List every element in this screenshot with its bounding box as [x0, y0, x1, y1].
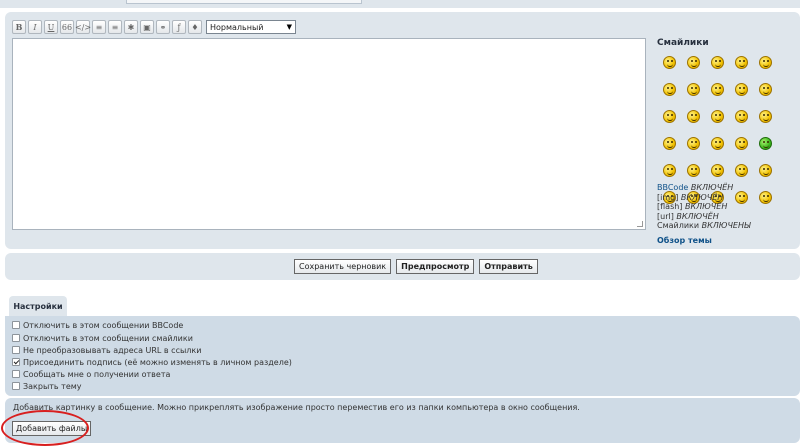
option-row[interactable]: Сообщать мне о получении ответа	[12, 369, 170, 379]
img-label: [img]	[657, 192, 679, 202]
option-checkbox[interactable]	[12, 358, 20, 366]
smiley-smile-icon[interactable]	[662, 56, 676, 69]
top-notice-edge	[126, 0, 362, 4]
smiley-question-icon[interactable]	[662, 137, 676, 150]
option-label: Отключить в этом сообщении BBCode	[23, 320, 184, 330]
option-row[interactable]: Отключить в этом сообщении смайлики	[12, 333, 193, 343]
smiley-shocked-icon[interactable]	[686, 83, 700, 96]
smiley-angry-icon[interactable]	[710, 83, 724, 96]
smiley-mad-icon[interactable]	[758, 83, 772, 96]
smilies-title: Смайлики	[657, 38, 709, 48]
preview-button[interactable]: Предпросмотр	[396, 259, 475, 274]
smiley-lol-icon[interactable]	[662, 110, 676, 123]
url-label: [url]	[657, 211, 674, 221]
option-checkbox[interactable]	[12, 321, 20, 329]
resize-grip-icon[interactable]	[637, 221, 643, 227]
chevron-down-icon: ▼	[286, 23, 292, 31]
smiley-ugeek-icon[interactable]	[686, 164, 700, 177]
option-label: Отключить в этом сообщении смайлики	[23, 333, 193, 343]
color-button[interactable]: ♦	[188, 20, 202, 34]
save-draft-button[interactable]: Сохранить черновик	[294, 259, 392, 274]
flash-status: ВКЛЮЧЁН	[684, 202, 728, 211]
option-checkbox[interactable]	[12, 382, 20, 390]
smiley-arrow-icon[interactable]	[758, 110, 772, 123]
topic-review-link[interactable]: Обзор темы	[657, 236, 712, 245]
smiley-confused-icon[interactable]	[686, 56, 700, 69]
action-buttons: Сохранить черновик Предпросмотр Отправит…	[294, 259, 538, 274]
smiley-geek-icon[interactable]	[662, 164, 676, 177]
smilies-status: ВКЛЮЧЕНЫ	[701, 221, 751, 230]
formatting-status: BBCode ВКЛЮЧЁН [img] ВКЛЮЧЁН [flash] ВКЛ…	[657, 183, 751, 231]
smiley-hmm-icon[interactable]	[734, 164, 748, 177]
option-checkbox[interactable]	[12, 346, 20, 354]
smiley-twisted-icon[interactable]	[734, 137, 748, 150]
smiley-eek-icon[interactable]	[710, 164, 724, 177]
attach-hint: Добавить картинку в сообщение. Можно при…	[13, 403, 580, 412]
smiley-flag-icon[interactable]	[758, 191, 772, 204]
smiley-evil-icon[interactable]	[734, 83, 748, 96]
option-row[interactable]: Закрыть тему	[12, 381, 82, 391]
option-label: Сообщать мне о получении ответа	[23, 369, 171, 379]
smiley-exclaim-icon[interactable]	[686, 137, 700, 150]
smiley-sad-icon[interactable]	[734, 56, 748, 69]
format-toolbar: B I U 66 </> ≡ ≡ ✱ ▣ ⚭ ƒ ♦ Нормальный ▼	[12, 20, 296, 36]
top-panel-edge	[0, 0, 800, 8]
underline-button[interactable]: U	[44, 20, 58, 34]
smiley-mrgreen-icon[interactable]	[758, 137, 772, 150]
font-size-select[interactable]: Нормальный ▼	[206, 20, 296, 34]
list-button[interactable]: ≡	[92, 20, 106, 34]
link-button[interactable]: ⚭	[156, 20, 170, 34]
smiley-wink-icon[interactable]	[758, 56, 772, 69]
option-checkbox[interactable]	[12, 370, 20, 378]
bold-button[interactable]: B	[12, 20, 26, 34]
bbcode-status: ВКЛЮЧЁН	[690, 183, 734, 192]
smiley-surprised-icon[interactable]	[710, 56, 724, 69]
smiley-razz-icon[interactable]	[686, 110, 700, 123]
option-label: Не преобразовывать адреса URL в ссылки	[23, 345, 202, 355]
submit-button[interactable]: Отправить	[479, 259, 538, 274]
font-size-value: Нормальный	[210, 22, 264, 32]
image-button[interactable]: ▣	[140, 20, 154, 34]
quote-button[interactable]: 66	[60, 20, 74, 34]
option-label: Закрыть тему	[23, 381, 82, 391]
option-row[interactable]: Отключить в этом сообщении BBCode	[12, 320, 183, 330]
smiley-idea-icon[interactable]	[734, 110, 748, 123]
smiley-neutral-icon[interactable]	[710, 137, 724, 150]
img-status: ВКЛЮЧЁН	[680, 192, 724, 202]
url-status: ВКЛЮЧЁН	[676, 211, 719, 221]
flash-button[interactable]: ƒ	[172, 20, 186, 34]
smiley-cool-icon[interactable]	[662, 83, 676, 96]
code-button[interactable]: </>	[75, 20, 91, 34]
option-row[interactable]: Не преобразовывать адреса URL в ссылки	[12, 345, 201, 355]
smiley-winking-icon[interactable]	[758, 164, 772, 177]
tab-settings[interactable]: Настройки	[9, 296, 67, 316]
option-row[interactable]: Присоединить подпись (её можно изменять …	[12, 357, 292, 367]
smiley-rolleyes-icon[interactable]	[710, 110, 724, 123]
smilies-label: Смайлики	[657, 221, 700, 230]
ordered-list-button[interactable]: ≡	[108, 20, 122, 34]
italic-button[interactable]: I	[28, 20, 42, 34]
bbcode-link[interactable]: BBCode	[657, 183, 688, 192]
option-label: Присоединить подпись (её можно изменять …	[23, 357, 292, 367]
option-checkbox[interactable]	[12, 334, 20, 342]
flash-label: [flash]	[657, 202, 683, 211]
highlight-circle	[1, 410, 89, 446]
message-textarea[interactable]	[12, 38, 646, 230]
list-item-button[interactable]: ✱	[124, 20, 138, 34]
